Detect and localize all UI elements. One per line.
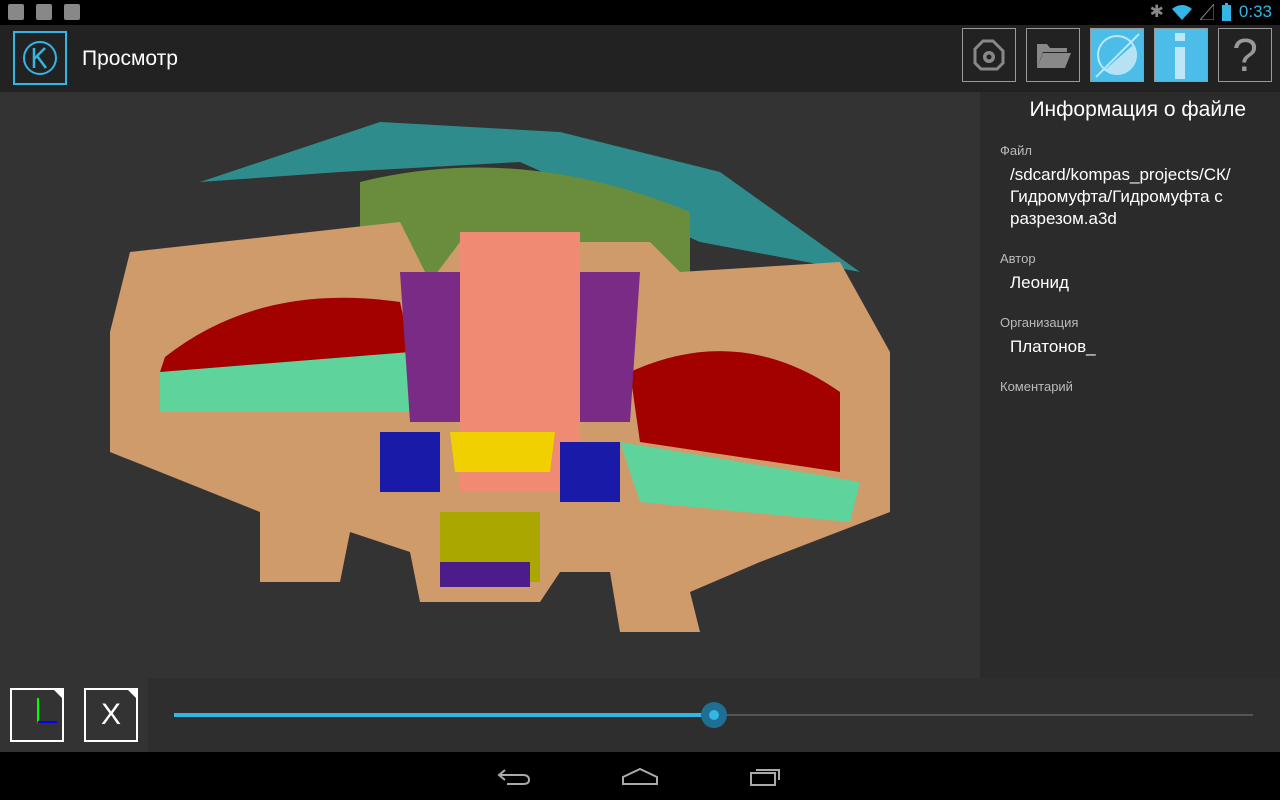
back-icon[interactable]: [497, 766, 531, 786]
file-label: Файл: [1000, 143, 1032, 158]
signal-icon: [1199, 4, 1214, 20]
info-heading: Информация о файле: [1029, 98, 1246, 121]
action-bar: Просмотр ?: [0, 25, 1280, 92]
info-icon: [1175, 33, 1185, 79]
broom-icon: [8, 4, 24, 20]
wifi-icon: [1171, 5, 1192, 20]
3d-model-cutaway: [110, 122, 890, 632]
page-title: Просмотр: [82, 47, 178, 70]
section-slider-area: [148, 678, 1280, 752]
3d-viewport[interactable]: [0, 92, 980, 678]
open-folder-button[interactable]: [1026, 28, 1080, 82]
bluetooth-icon: ✱: [1149, 2, 1164, 21]
image-icon: [64, 4, 80, 20]
bottom-toolbar: X: [0, 678, 1280, 752]
folder-icon: [1037, 44, 1071, 68]
info-button[interactable]: [1154, 28, 1208, 82]
organization-value: Платонов_: [1010, 337, 1096, 356]
chat-icon: [36, 4, 52, 20]
orientation-button[interactable]: [10, 688, 64, 742]
scene-icon: [973, 39, 1005, 71]
organization-label: Организация: [1000, 315, 1079, 330]
home-icon[interactable]: [621, 766, 659, 786]
section-slider[interactable]: [174, 702, 1253, 728]
help-button[interactable]: ?: [1218, 28, 1272, 82]
file-info-panel: Информация о файле Файл /sdcard/kompas_p…: [980, 92, 1280, 752]
battery-icon: [1221, 3, 1231, 21]
section-button[interactable]: [1090, 28, 1144, 82]
author-value: Леонид: [1010, 273, 1069, 292]
comment-label: Коментарий: [1000, 379, 1073, 394]
status-bar: ✱ 0:33: [0, 0, 1280, 25]
axis-x-button[interactable]: X: [84, 688, 138, 742]
file-value: /sdcard/kompas_projects/СК/Гидромуфта/Ги…: [1010, 165, 1231, 228]
app-logo-icon[interactable]: [13, 31, 67, 85]
clock: 0:33: [1238, 2, 1272, 21]
section-icon: [1095, 33, 1140, 78]
author-label: Автор: [1000, 251, 1036, 266]
scene-button[interactable]: [962, 28, 1016, 82]
slider-thumb[interactable]: [700, 702, 727, 728]
navigation-bar: [0, 752, 1280, 800]
slider-fill: [174, 713, 714, 717]
recents-icon[interactable]: [749, 765, 783, 787]
axes-icon: [36, 698, 57, 724]
